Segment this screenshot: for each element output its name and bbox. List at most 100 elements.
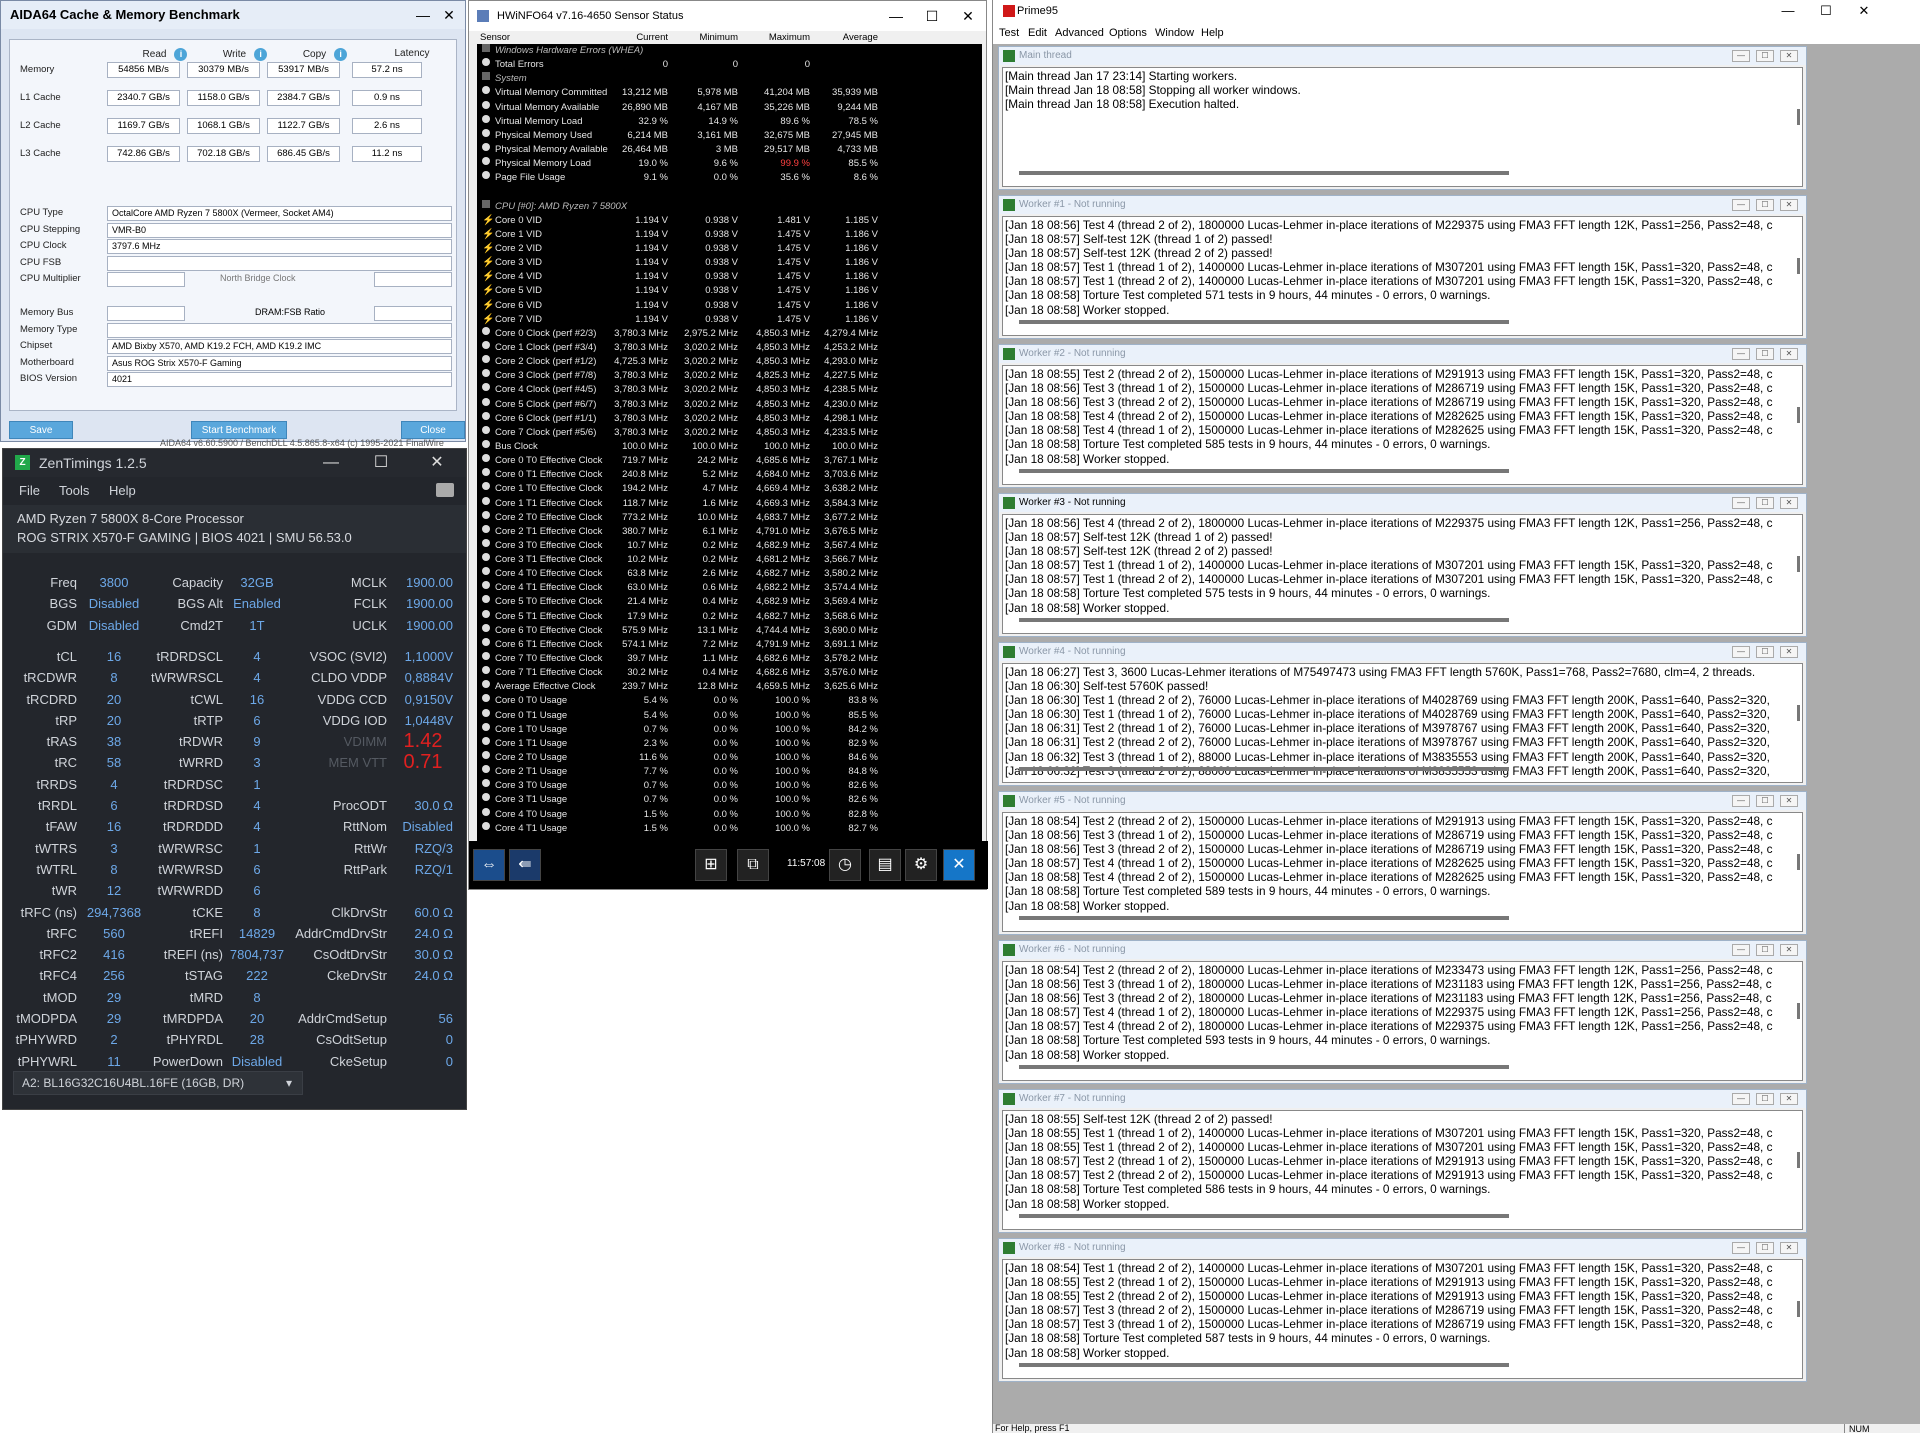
sensor-row[interactable]: Virtual Memory Load 32.9 % 14.9 % 89.6 %… xyxy=(477,114,982,129)
worker-log[interactable]: [Jan 18 08:56] Test 4 (thread 2 of 2), 1… xyxy=(1002,514,1803,634)
sensor-row[interactable]: Core 4 T1 Usage 1.5 % 0.0 % 100.0 % 82.7… xyxy=(477,821,982,836)
maximize-button[interactable]: ☐ xyxy=(1756,944,1774,956)
sensor-row[interactable]: Core 2 T1 Effective Clock 380.7 MHz 6.1 … xyxy=(477,524,982,539)
worker-window[interactable]: Worker #7 - Not running — ☐ ✕ [Jan 18 08… xyxy=(998,1089,1807,1233)
worker-log[interactable]: [Jan 18 08:54] Test 2 (thread 2 of 2), 1… xyxy=(1002,812,1803,932)
worker-window[interactable]: Main thread — ☐ ✕ [Main thread Jan 17 23… xyxy=(998,46,1807,190)
worker-titlebar[interactable]: Worker #6 - Not running — ☐ ✕ xyxy=(999,941,1806,959)
minimize-button[interactable]: — xyxy=(878,1,914,31)
horizontal-scrollbar[interactable] xyxy=(1019,469,1509,473)
maximize-button[interactable]: ☐ xyxy=(914,1,950,31)
sensor-row[interactable]: Core 2 Clock (perf #1/2) 4,725.3 MHz 3,0… xyxy=(477,355,982,369)
sensor-row[interactable]: ⚡ Core 6 VID 1.194 V 0.938 V 1.475 V 1.1… xyxy=(477,299,982,313)
sensor-row[interactable]: Average Effective Clock 239.7 MHz 12.8 M… xyxy=(477,680,982,694)
screenshot-camera-icon[interactable] xyxy=(436,483,454,497)
horizontal-scrollbar[interactable] xyxy=(1019,767,1509,771)
close-button[interactable]: Close xyxy=(401,421,465,439)
sensor-row[interactable]: Core 5 T1 Effective Clock 17.9 MHz 0.2 M… xyxy=(477,609,982,624)
minimize-button[interactable]: — xyxy=(1768,0,1808,22)
sensor-row[interactable]: Core 1 T0 Effective Clock 194.2 MHz 4.7 … xyxy=(477,482,982,496)
horizontal-scrollbar[interactable] xyxy=(1019,320,1509,324)
sensor-row[interactable]: Core 0 T0 Usage 5.4 % 0.0 % 100.0 % 83.8… xyxy=(477,694,982,708)
sensor-row[interactable]: Total Errors 0 0 0 xyxy=(477,58,982,72)
minimize-button[interactable]: — xyxy=(1732,50,1750,62)
minimize-button[interactable]: — xyxy=(1732,646,1750,658)
minimize-button[interactable]: — xyxy=(1732,199,1750,211)
sensor-row[interactable]: ⚡ Core 3 VID 1.194 V 0.938 V 1.475 V 1.1… xyxy=(477,256,982,270)
maximize-button[interactable]: ☐ xyxy=(1756,795,1774,807)
sensor-row[interactable]: Core 4 T0 Effective Clock 63.8 MHz 2.6 M… xyxy=(477,567,982,581)
sensor-row[interactable]: ⚡ Core 4 VID 1.194 V 0.938 V 1.475 V 1.1… xyxy=(477,270,982,284)
close-icon[interactable]: ✕ xyxy=(1780,944,1798,956)
sensor-row[interactable]: ⚡ Core 5 VID 1.194 V 0.938 V 1.475 V 1.1… xyxy=(477,284,982,298)
col-average[interactable]: Average xyxy=(843,31,878,45)
close-icon[interactable]: ✕ xyxy=(1780,646,1798,658)
dimm-selector[interactable]: A2: BL16G32C16U4BL.16FE (16GB, DR) ▾ xyxy=(13,1071,303,1095)
sensor-row[interactable]: Core 5 T0 Effective Clock 21.4 MHz 0.4 M… xyxy=(477,595,982,609)
vertical-scrollbar[interactable] xyxy=(1797,1301,1800,1317)
sensor-row[interactable]: Core 0 Clock (perf #2/3) 3,780.3 MHz 2,9… xyxy=(477,326,982,341)
minimize-button[interactable]: — xyxy=(1732,348,1750,360)
worker-titlebar[interactable]: Worker #5 - Not running — ☐ ✕ xyxy=(999,792,1806,810)
close-icon[interactable]: ✕ xyxy=(422,449,452,477)
col-current[interactable]: Current xyxy=(636,31,668,45)
worker-window[interactable]: Worker #2 - Not running — ☐ ✕ [Jan 18 08… xyxy=(998,344,1807,488)
horizontal-scrollbar[interactable] xyxy=(1019,1363,1509,1367)
menu-help[interactable]: Help xyxy=(109,477,136,505)
worker-titlebar[interactable]: Worker #2 - Not running — ☐ ✕ xyxy=(999,345,1806,363)
sensor-row[interactable]: ⚡ Core 0 VID 1.194 V 0.938 V 1.481 V 1.1… xyxy=(477,214,982,228)
menu-options[interactable]: Options xyxy=(1109,22,1147,44)
minimize-button[interactable]: — xyxy=(1732,497,1750,509)
sensor-row[interactable]: ⚡ Core 2 VID 1.194 V 0.938 V 1.475 V 1.1… xyxy=(477,242,982,256)
sensor-row[interactable]: Core 3 T0 Effective Clock 10.7 MHz 0.2 M… xyxy=(477,538,982,553)
maximize-button[interactable]: ☐ xyxy=(366,449,396,477)
info-icon[interactable]: i xyxy=(174,48,188,61)
close-icon[interactable]: ✕ xyxy=(1780,348,1798,360)
worker-log[interactable]: [Jan 18 08:56] Test 4 (thread 2 of 2), 1… xyxy=(1002,216,1803,336)
sensor-row[interactable]: Core 2 T0 Usage 11.6 % 0.0 % 100.0 % 84.… xyxy=(477,751,982,765)
worker-window[interactable]: Worker #8 - Not running — ☐ ✕ [Jan 18 08… xyxy=(998,1238,1807,1382)
worker-titlebar[interactable]: Main thread — ☐ ✕ xyxy=(999,47,1806,65)
minimize-button[interactable]: — xyxy=(1732,1242,1750,1254)
maximize-button[interactable]: ☐ xyxy=(1756,646,1774,658)
sensor-row[interactable]: Physical Memory Available 26,464 MB 3 MB… xyxy=(477,142,982,157)
close-icon[interactable]: ✕ xyxy=(1780,50,1798,62)
maximize-button[interactable]: ☐ xyxy=(1756,50,1774,62)
horizontal-scrollbar[interactable] xyxy=(1019,618,1509,622)
worker-log[interactable]: [Jan 18 08:54] Test 1 (thread 2 of 2), 1… xyxy=(1002,1259,1803,1379)
sensor-group-row[interactable]: CPU [#0]: AMD Ryzen 7 5800X xyxy=(477,199,982,214)
sensor-row[interactable]: Core 6 T1 Effective Clock 574.1 MHz 7.2 … xyxy=(477,637,982,652)
menu-window[interactable]: Window xyxy=(1155,22,1194,44)
minimize-button[interactable]: — xyxy=(1732,795,1750,807)
worker-log[interactable]: [Jan 18 06:27] Test 3, 3600 Lucas-Lehmer… xyxy=(1002,663,1803,783)
maximize-button[interactable]: ☐ xyxy=(1806,0,1846,22)
sensor-row[interactable]: Physical Memory Load 19.0 % 9.6 % 99.9 %… xyxy=(477,157,982,171)
worker-titlebar[interactable]: Worker #7 - Not running — ☐ ✕ xyxy=(999,1090,1806,1108)
sensor-row[interactable]: Core 1 T0 Usage 0.7 % 0.0 % 100.0 % 84.2… xyxy=(477,722,982,737)
minimize-button[interactable]: — xyxy=(1732,944,1750,956)
sensor-row[interactable]: Virtual Memory Available 26,890 MB 4,167… xyxy=(477,100,982,115)
sensor-group-row[interactable]: System xyxy=(477,72,982,86)
worker-log[interactable]: [Jan 18 08:55] Self-test 12K (thread 2 o… xyxy=(1002,1110,1803,1230)
vertical-scrollbar[interactable] xyxy=(1797,854,1800,870)
vertical-scrollbar[interactable] xyxy=(1797,705,1800,721)
worker-titlebar[interactable]: Worker #3 - Not running — ☐ ✕ xyxy=(999,494,1806,512)
close-icon[interactable]: ✕ xyxy=(1780,1093,1798,1105)
sensor-row[interactable]: Core 0 T0 Effective Clock 719.7 MHz 24.2… xyxy=(477,454,982,468)
menu-tools[interactable]: Tools xyxy=(59,477,89,505)
vertical-scrollbar[interactable] xyxy=(1797,1152,1800,1168)
worker-titlebar[interactable]: Worker #4 - Not running — ☐ ✕ xyxy=(999,643,1806,661)
sensor-row[interactable]: Physical Memory Used 6,214 MB 3,161 MB 3… xyxy=(477,128,982,143)
maximize-button[interactable]: ☐ xyxy=(1756,1093,1774,1105)
nav-arrows-icon[interactable]: ⇔ xyxy=(473,849,505,881)
worker-window[interactable]: Worker #3 - Not running — ☐ ✕ [Jan 18 08… xyxy=(998,493,1807,637)
menu-help[interactable]: Help xyxy=(1201,22,1224,44)
menu-file[interactable]: File xyxy=(19,477,40,505)
col-sensor[interactable]: Sensor xyxy=(480,31,510,45)
network-icon[interactable]: ⊞ xyxy=(695,849,727,881)
sensor-group-row[interactable]: Windows Hardware Errors (WHEA) xyxy=(477,44,982,58)
sensor-row[interactable]: Core 3 T1 Effective Clock 10.2 MHz 0.2 M… xyxy=(477,553,982,567)
sensor-row[interactable]: Core 6 T0 Effective Clock 575.9 MHz 13.1… xyxy=(477,623,982,638)
save-button[interactable]: Save xyxy=(9,421,73,439)
vertical-scrollbar[interactable] xyxy=(1797,556,1800,572)
